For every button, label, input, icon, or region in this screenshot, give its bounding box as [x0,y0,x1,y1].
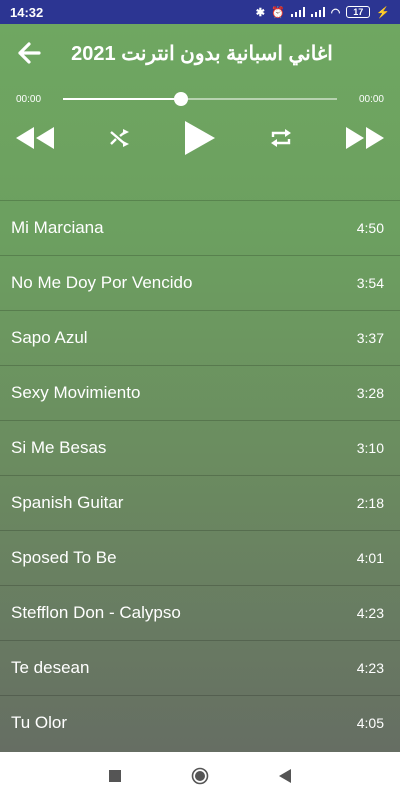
song-duration: 4:01 [356,550,384,566]
repeat-icon[interactable] [270,127,292,149]
song-row[interactable]: Sapo Azul 3:37 [0,310,400,365]
song-title: Sexy Movimiento [11,383,141,402]
progress-row: 00:00 00:00 [0,82,400,116]
song-duration: 3:10 [356,440,384,456]
song-title: Stefflon Don - Calypso [11,603,181,622]
seek-bar[interactable] [63,92,337,106]
seek-fill [63,98,181,100]
song-title: Tu Olor [11,713,68,732]
back-nav-icon[interactable] [279,769,291,783]
alarm-icon: ⏰ [270,6,285,19]
song-row[interactable]: Tu Olor 4:05 [0,695,400,750]
status-bar: 14:32 ✱ ⏰ ◠ 17 ⚡ [0,0,400,24]
total-time: 00:00 [358,93,384,105]
song-title: Mi Marciana [11,218,104,237]
status-time: 14:32 [10,4,44,20]
song-duration: 4:50 [356,220,384,236]
header: اغاني اسبانية بدون انترنت 2021 [0,24,400,82]
recents-icon[interactable] [109,770,121,782]
elapsed-time: 00:00 [16,93,42,105]
song-title: Sposed To Be [11,548,117,567]
charging-icon: ⚡ [376,6,390,19]
song-row[interactable]: No Me Doy Por Vencido 3:54 [0,255,400,310]
song-duration: 2:18 [356,495,384,511]
rewind-icon[interactable] [14,125,56,151]
song-list: Mi Marciana 4:50 No Me Doy Por Vencido 3:54… [0,200,400,750]
song-row[interactable]: Mi Marciana 4:50 [0,200,400,255]
signal-icon-2 [310,7,325,17]
song-row[interactable]: Stefflon Don - Calypso 4:23 [0,585,400,640]
song-duration: 3:37 [356,330,384,346]
song-row[interactable]: Te desean 4:23 [0,640,400,695]
song-duration: 3:28 [356,385,384,401]
song-title: Sapo Azul [11,328,88,347]
shuffle-icon[interactable] [109,128,131,148]
song-row[interactable]: Spanish Guitar 2:18 [0,475,400,530]
song-title: Te desean [11,658,90,677]
song-duration: 4:23 [356,660,384,676]
signal-icon [290,7,305,17]
navigation-bar [0,752,400,800]
play-icon[interactable] [183,119,217,157]
song-title: No Me Doy Por Vencido [11,273,193,292]
song-duration: 4:23 [356,605,384,621]
seek-thumb[interactable] [173,92,188,106]
battery-icon: 17 [346,6,371,18]
song-duration: 3:54 [356,275,384,291]
page-title: اغاني اسبانية بدون انترنت 2021 [71,42,333,65]
playback-controls [0,116,400,160]
status-icons: ✱ ⏰ ◠ 17 ⚡ [256,6,390,19]
song-title: Si Me Besas [11,438,107,457]
bluetooth-icon: ✱ [255,6,265,19]
home-icon[interactable] [191,767,209,785]
wifi-icon: ◠ [330,6,341,19]
song-title: Spanish Guitar [11,493,124,512]
song-row[interactable]: Si Me Besas 3:10 [0,420,400,475]
song-row[interactable]: Sexy Movimiento 3:28 [0,365,400,420]
player-screen: اغاني اسبانية بدون انترنت 2021 00:00 00:… [0,24,400,752]
arrow-left-icon[interactable] [12,36,46,70]
song-duration: 4:05 [356,715,384,731]
fast-forward-icon[interactable] [344,125,386,151]
song-row[interactable]: Sposed To Be 4:01 [0,530,400,585]
